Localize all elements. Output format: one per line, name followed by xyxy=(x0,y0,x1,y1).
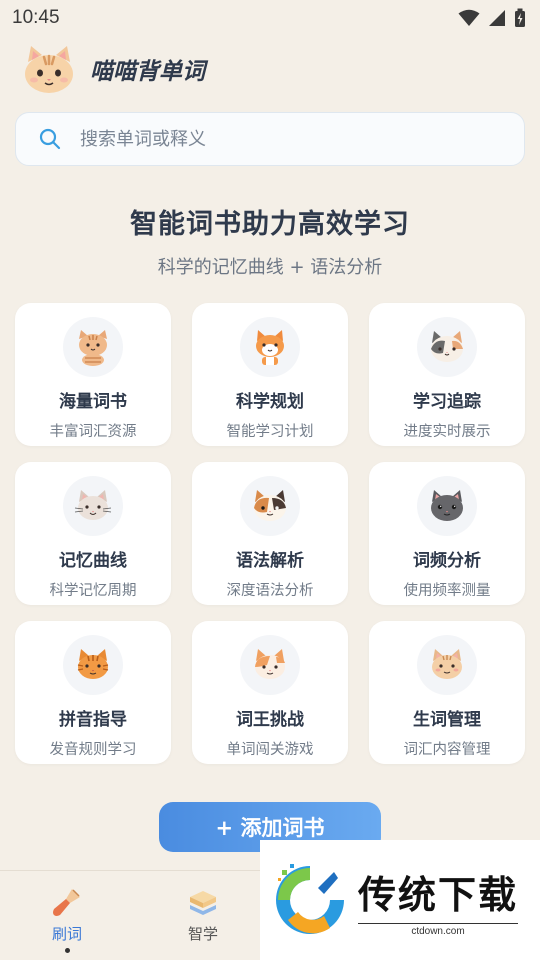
status-bar: 10:45 xyxy=(0,0,540,36)
tricolor-cat-icon xyxy=(254,490,286,521)
card-desc: 单词闯关游戏 xyxy=(226,742,314,758)
orange-cat-icon xyxy=(256,330,284,365)
search-bar[interactable] xyxy=(15,112,525,166)
tab-brush-words[interactable]: 刷词 xyxy=(32,885,102,955)
card-title: 记忆曲线 xyxy=(59,551,127,571)
app-title: 喵喵背单词 xyxy=(90,59,205,85)
watermark-logo-icon xyxy=(276,864,344,934)
card-title: 科学规划 xyxy=(236,392,304,412)
battery-icon xyxy=(515,8,525,27)
card-desc: 发音规则学习 xyxy=(49,742,137,758)
watermark-url: ctdown.com xyxy=(358,922,518,937)
tab-label: 刷词 xyxy=(51,925,82,943)
card-desc: 词汇内容管理 xyxy=(403,742,491,758)
card-title: 语法解析 xyxy=(236,551,304,571)
status-time: 10:45 xyxy=(12,7,60,28)
watermark-texts: 传统下载 ctdown.com xyxy=(358,864,518,937)
ginger-cat-icon xyxy=(77,649,109,679)
orange-white-cat-icon xyxy=(255,649,285,679)
app-header: 喵喵背单词 xyxy=(22,42,205,96)
feature-card-grammar[interactable]: 语法解析 深度语法分析 xyxy=(192,462,348,605)
card-desc: 深度语法分析 xyxy=(226,583,314,599)
card-icon-wrap xyxy=(417,476,477,536)
card-desc: 科学记忆周期 xyxy=(49,583,137,599)
hero-title: 智能词书助力高效学习 xyxy=(130,209,410,240)
watermark-title: 传统下载 xyxy=(358,872,519,917)
card-icon-wrap xyxy=(63,476,123,536)
feature-card-tracking[interactable]: 学习追踪 进度实时展示 xyxy=(369,303,525,446)
card-title: 海量词书 xyxy=(59,392,127,412)
feature-card-pinyin[interactable]: 拼音指导 发音规则学习 xyxy=(15,621,171,764)
card-icon-wrap xyxy=(417,635,477,695)
watermark: 传统下载 ctdown.com xyxy=(260,840,540,960)
feature-card-frequency[interactable]: 词频分析 使用频率测量 xyxy=(369,462,525,605)
calico-cat-icon xyxy=(431,331,463,362)
tabby-cat-icon xyxy=(79,330,107,366)
card-desc: 智能学习计划 xyxy=(226,424,314,440)
feature-grid: 海量词书 丰富词汇资源 科学规划 智能学习计划 学习追踪 进度实时展示 记忆曲线… xyxy=(15,303,525,764)
search-input[interactable] xyxy=(80,128,480,150)
card-desc: 丰富词汇资源 xyxy=(49,424,137,440)
card-desc: 使用频率测量 xyxy=(403,583,491,599)
cat-logo-icon xyxy=(25,46,73,93)
feature-card-planning[interactable]: 科学规划 智能学习计划 xyxy=(192,303,348,446)
card-icon-wrap xyxy=(63,317,123,377)
card-desc: 进度实时展示 xyxy=(403,424,491,440)
book-stack-icon xyxy=(190,891,216,915)
tab-label: 智学 xyxy=(187,925,218,943)
card-title: 生词管理 xyxy=(413,710,481,730)
feature-card-word-king[interactable]: 词王挑战 单词闯关游戏 xyxy=(192,621,348,764)
hero-subtitle: 科学的记忆曲线 + 语法分析 xyxy=(157,257,383,278)
active-tab-indicator xyxy=(64,948,70,953)
brush-icon xyxy=(53,889,80,916)
beige-cat-icon xyxy=(432,649,462,679)
feature-card-word-books[interactable]: 海量词书 丰富词汇资源 xyxy=(15,303,171,446)
card-title: 拼音指导 xyxy=(59,710,127,730)
feature-card-memory-curve[interactable]: 记忆曲线 科学记忆周期 xyxy=(15,462,171,605)
card-icon-wrap xyxy=(240,317,300,377)
search-icon xyxy=(39,128,61,150)
card-title: 词频分析 xyxy=(413,551,481,571)
card-title: 学习追踪 xyxy=(413,392,481,412)
card-icon-wrap xyxy=(63,635,123,695)
signal-icon xyxy=(489,10,505,26)
status-icons xyxy=(458,8,526,28)
card-title: 词王挑战 xyxy=(236,710,304,730)
dark-gray-cat-icon xyxy=(431,490,463,521)
tab-smart-learn[interactable]: 智学 xyxy=(168,885,238,955)
gray-cat-icon xyxy=(74,490,112,520)
wifi-icon xyxy=(458,9,480,26)
card-icon-wrap xyxy=(240,476,300,536)
card-icon-wrap xyxy=(417,317,477,377)
feature-card-new-words[interactable]: 生词管理 词汇内容管理 xyxy=(369,621,525,764)
card-icon-wrap xyxy=(240,635,300,695)
